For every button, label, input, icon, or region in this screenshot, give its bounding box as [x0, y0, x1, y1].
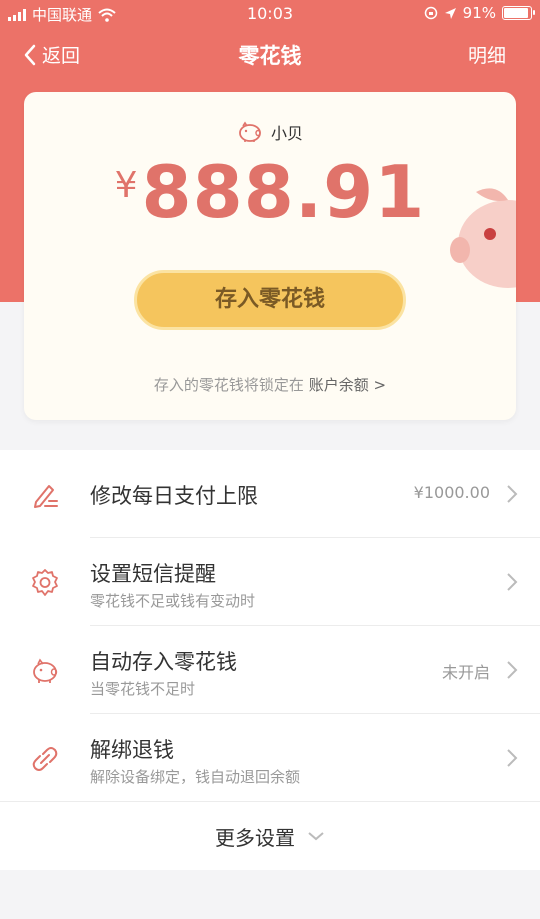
rotation-lock-icon — [424, 6, 437, 20]
settings-title: 自动存入零花钱 — [90, 650, 237, 674]
currency-symbol: ¥ — [114, 165, 138, 206]
status-right: 91% — [424, 4, 535, 22]
amount-value: 888.91 — [141, 150, 426, 234]
more-settings-label: 更多设置 — [215, 825, 295, 850]
battery-icon — [502, 6, 535, 20]
owner-row: 小贝 — [24, 120, 516, 144]
chevron-right-icon — [507, 485, 518, 503]
chevron-down-icon — [308, 832, 324, 841]
settings-row-sms-reminder[interactable]: 设置短信提醒 零花钱不足或钱有变动时 — [0, 538, 540, 626]
settings-row-unbind[interactable]: 解绑退钱 解除设备绑定，钱自动退回余额 — [0, 714, 540, 802]
location-icon — [444, 7, 456, 19]
settings-subtitle: 零花钱不足或钱有变动时 — [90, 592, 256, 610]
settings-title: 修改每日支付上限 — [90, 484, 258, 508]
piggy-bank-icon — [33, 658, 58, 683]
settings-title: 设置短信提醒 — [90, 562, 216, 586]
settings-value: ¥1000.00 — [413, 483, 490, 502]
settings-value: 未开启 — [441, 663, 490, 682]
owner-name: 小贝 — [270, 124, 303, 143]
deposit-button[interactable]: 存入零花钱 — [134, 270, 406, 330]
chevron-right-icon — [507, 661, 518, 679]
settings-subtitle: 解除设备绑定，钱自动退回余额 — [90, 768, 301, 786]
more-settings-button[interactable]: 更多设置 — [0, 801, 540, 870]
lock-note-text: 存入的零花钱将锁定在 — [153, 376, 304, 394]
battery-percent: 91% — [462, 4, 496, 22]
nav-bar: 返回 零花钱 明细 — [0, 30, 540, 80]
page-title: 零花钱 — [238, 44, 302, 68]
gear-icon — [32, 569, 58, 596]
settings-row-auto-deposit[interactable]: 自动存入零花钱 当零花钱不足时 未开启 — [0, 626, 540, 714]
settings-list: 修改每日支付上限 ¥1000.00 设置短信提醒 零花钱不足或钱有变动时 自动存… — [0, 450, 540, 802]
piggy-decoration-icon — [450, 188, 516, 288]
account-balance-link[interactable]: 账户余额 > — [309, 376, 386, 394]
status-bar: 中国联通 10:03 91% — [0, 0, 540, 28]
edit-icon — [34, 485, 58, 508]
balance-amount: ¥888.91 — [24, 150, 516, 234]
piggy-icon — [239, 121, 261, 142]
chevron-right-icon — [507, 749, 518, 767]
settings-row-daily-limit[interactable]: 修改每日支付上限 ¥1000.00 — [0, 450, 540, 538]
lock-note: 存入的零花钱将锁定在 账户余额 > — [24, 374, 516, 395]
chevron-right-icon — [507, 573, 518, 591]
link-icon — [32, 747, 58, 771]
balance-card: 小贝 ¥888.91 存入零花钱 存入的零花钱将锁定在 账户余额 > — [24, 92, 516, 420]
settings-title: 解绑退钱 — [90, 738, 174, 762]
settings-subtitle: 当零花钱不足时 — [90, 680, 196, 698]
details-link[interactable]: 明细 — [468, 41, 506, 68]
